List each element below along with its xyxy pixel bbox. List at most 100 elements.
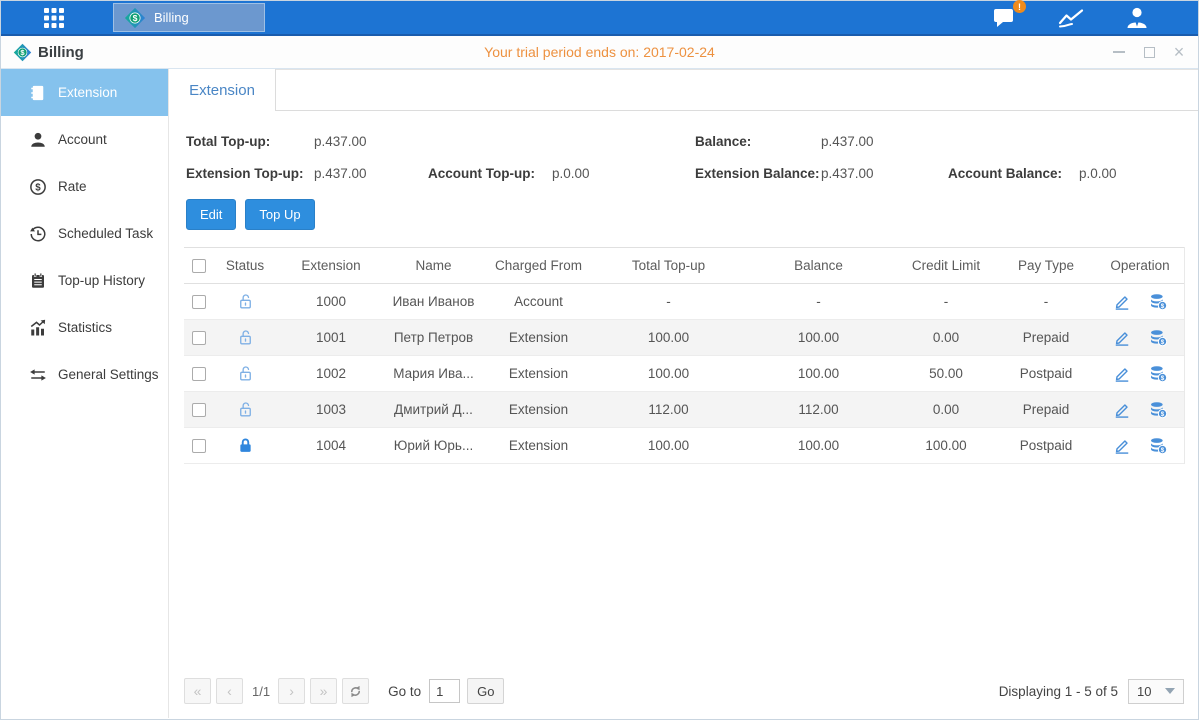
col-header-total-topup: Total Top-up bbox=[596, 248, 741, 284]
status-lock-toggle[interactable] bbox=[236, 436, 255, 455]
status-lock-toggle[interactable] bbox=[236, 328, 255, 347]
edit-row-button[interactable] bbox=[1112, 400, 1132, 420]
next-page-icon[interactable]: › bbox=[278, 678, 305, 704]
unlocked-icon bbox=[236, 400, 255, 419]
tab-extension[interactable]: Extension bbox=[169, 69, 276, 111]
edit-pencil-icon bbox=[1112, 436, 1132, 456]
cell-balance: 100.00 bbox=[741, 320, 896, 356]
page-size-select[interactable]: 10 bbox=[1128, 679, 1184, 704]
sidebar-item-label: Top-up History bbox=[58, 273, 145, 288]
first-page-icon[interactable]: « bbox=[184, 678, 211, 704]
total-topup-label: Total Top-up: bbox=[186, 134, 314, 149]
sidebar-item-rate[interactable]: $ Rate bbox=[1, 163, 168, 210]
page-indicator: 1/1 bbox=[252, 684, 270, 699]
status-lock-toggle[interactable] bbox=[236, 364, 255, 383]
sidebar-item-statistics[interactable]: Statistics bbox=[1, 304, 168, 351]
col-header-charged-from: Charged From bbox=[481, 248, 596, 284]
user-icon[interactable] bbox=[1124, 6, 1150, 30]
col-header-pay-type: Pay Type bbox=[996, 248, 1096, 284]
edit-button[interactable]: Edit bbox=[186, 199, 236, 230]
edit-row-button[interactable] bbox=[1112, 292, 1132, 312]
scheduled-task-clock-icon bbox=[29, 225, 47, 243]
sidebar-item-account[interactable]: Account bbox=[1, 116, 168, 163]
svg-text:$: $ bbox=[133, 13, 138, 23]
cell-charged-from: Extension bbox=[481, 428, 596, 464]
sidebar-item-label: Scheduled Task bbox=[58, 226, 153, 241]
chevron-down-icon bbox=[1165, 688, 1175, 694]
cell-credit-limit: 0.00 bbox=[896, 392, 996, 428]
sidebar-item-extension[interactable]: Extension bbox=[1, 69, 168, 116]
edit-row-button[interactable] bbox=[1112, 436, 1132, 456]
table-row[interactable]: 1001Петр ПетровExtension100.00100.000.00… bbox=[184, 320, 1184, 356]
monitor-chart-icon[interactable] bbox=[1058, 7, 1084, 29]
topup-row-button[interactable]: $ bbox=[1148, 292, 1169, 312]
col-header-extension: Extension bbox=[276, 248, 386, 284]
go-button[interactable]: Go bbox=[467, 678, 504, 704]
edit-pencil-icon bbox=[1112, 400, 1132, 420]
topup-row-button[interactable]: $ bbox=[1148, 400, 1169, 420]
tabstrip-rest bbox=[276, 69, 1198, 111]
cell-extension: 1003 bbox=[276, 392, 386, 428]
sidebar-item-label: Extension bbox=[58, 85, 117, 100]
rate-dollar-icon: $ bbox=[29, 178, 47, 196]
table-header-row: Status Extension Name Charged From Total… bbox=[184, 248, 1184, 284]
maximize-icon[interactable] bbox=[1142, 45, 1156, 59]
cell-name: Дмитрий Д... bbox=[386, 392, 481, 428]
edit-pencil-icon bbox=[1112, 328, 1132, 348]
col-header-credit-limit: Credit Limit bbox=[896, 248, 996, 284]
top-up-button[interactable]: Top Up bbox=[245, 199, 314, 230]
table-row[interactable]: 1004Юрий Юрь...Extension100.00100.00100.… bbox=[184, 428, 1184, 464]
refresh-icon[interactable] bbox=[342, 678, 369, 704]
last-page-icon[interactable]: » bbox=[310, 678, 337, 704]
main-content: Extension Total Top-up: p.437.00 Extensi… bbox=[169, 69, 1198, 718]
edit-row-button[interactable] bbox=[1112, 328, 1132, 348]
cell-extension: 1004 bbox=[276, 428, 386, 464]
sidebar-item-scheduled-task[interactable]: Scheduled Task bbox=[1, 210, 168, 257]
topup-history-notepad-icon bbox=[29, 272, 47, 290]
cell-charged-from: Extension bbox=[481, 356, 596, 392]
cell-credit-limit: 50.00 bbox=[896, 356, 996, 392]
prev-page-icon[interactable]: ‹ bbox=[216, 678, 243, 704]
row-checkbox[interactable] bbox=[192, 439, 206, 453]
cell-total-topup: 100.00 bbox=[596, 356, 741, 392]
table-row[interactable]: 1002Мария Ива...Extension100.00100.0050.… bbox=[184, 356, 1184, 392]
account-balance-label: Account Balance: bbox=[948, 166, 1079, 181]
unlocked-icon bbox=[236, 364, 255, 383]
row-checkbox[interactable] bbox=[192, 403, 206, 417]
select-all-checkbox[interactable] bbox=[192, 259, 206, 273]
topup-row-button[interactable]: $ bbox=[1148, 436, 1169, 456]
row-checkbox[interactable] bbox=[192, 331, 206, 345]
edit-row-button[interactable] bbox=[1112, 364, 1132, 384]
topup-row-button[interactable]: $ bbox=[1148, 328, 1169, 348]
row-checkbox[interactable] bbox=[192, 367, 206, 381]
taskbar-tab-billing[interactable]: $ Billing bbox=[113, 3, 265, 32]
sidebar-item-general-settings[interactable]: General Settings bbox=[1, 351, 168, 398]
svg-text:$: $ bbox=[35, 182, 41, 193]
table-row[interactable]: 1003Дмитрий Д...Extension112.00112.000.0… bbox=[184, 392, 1184, 428]
cell-balance: 112.00 bbox=[741, 392, 896, 428]
status-lock-toggle[interactable] bbox=[236, 292, 255, 311]
trial-notice: Your trial period ends on: 2017-02-24 bbox=[1, 44, 1198, 60]
goto-label: Go to bbox=[388, 684, 421, 699]
status-lock-toggle[interactable] bbox=[236, 400, 255, 419]
minimize-icon[interactable] bbox=[1112, 45, 1126, 59]
extension-balance-label: Extension Balance: bbox=[695, 166, 821, 181]
cell-pay-type: Prepaid bbox=[996, 392, 1096, 428]
topup-row-button[interactable]: $ bbox=[1148, 364, 1169, 384]
cell-pay-type: Postpaid bbox=[996, 428, 1096, 464]
cell-balance: 100.00 bbox=[741, 428, 896, 464]
cell-balance: - bbox=[741, 284, 896, 320]
close-icon[interactable]: × bbox=[1172, 45, 1186, 59]
extension-topup-label: Extension Top-up: bbox=[186, 166, 314, 181]
row-checkbox[interactable] bbox=[192, 295, 206, 309]
table-row[interactable]: 1000Иван ИвановAccount----$ bbox=[184, 284, 1184, 320]
topup-coins-icon: $ bbox=[1148, 436, 1169, 456]
sidebar-item-topup-history[interactable]: Top-up History bbox=[1, 257, 168, 304]
cell-credit-limit: 0.00 bbox=[896, 320, 996, 356]
messages-icon[interactable]: ! bbox=[993, 6, 1018, 29]
stats-summary: Total Top-up: p.437.00 Extension Top-up:… bbox=[169, 111, 1198, 189]
app-grid-icon[interactable] bbox=[29, 0, 79, 35]
extension-balance-value: p.437.00 bbox=[821, 166, 948, 181]
goto-page-input[interactable] bbox=[429, 679, 460, 703]
topbar: $ Billing ! bbox=[1, 1, 1198, 36]
